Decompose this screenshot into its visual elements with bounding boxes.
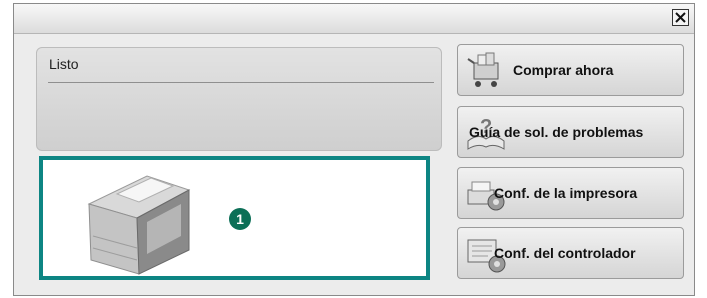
printer-image-area: 1 bbox=[39, 156, 430, 280]
close-icon bbox=[675, 12, 686, 23]
status-divider bbox=[48, 82, 434, 83]
callout-badge: 1 bbox=[229, 208, 251, 230]
buy-now-label: Comprar ahora bbox=[513, 62, 614, 78]
buy-now-button[interactable]: Comprar ahora bbox=[457, 44, 684, 96]
printer-icon bbox=[87, 175, 191, 275]
shopping-cart-icon bbox=[467, 52, 499, 87]
driver-settings-button[interactable]: Conf. del controlador bbox=[457, 227, 684, 279]
troubleshooting-guide-label: Guía de sol. de problemas bbox=[469, 124, 644, 140]
driver-settings-label: Conf. del controlador bbox=[494, 245, 636, 261]
printer-settings-button[interactable]: Conf. de la impresora bbox=[457, 167, 684, 219]
status-panel: Listo bbox=[36, 47, 442, 151]
title-bar bbox=[14, 4, 694, 34]
smart-panel-window: Listo 1 Comprar ahora ? Guía de sol. de … bbox=[13, 3, 695, 296]
status-text: Listo bbox=[49, 56, 79, 72]
troubleshooting-guide-button[interactable]: ? Guía de sol. de problemas bbox=[457, 106, 684, 158]
close-button[interactable] bbox=[672, 9, 689, 26]
printer-settings-label: Conf. de la impresora bbox=[494, 185, 638, 201]
